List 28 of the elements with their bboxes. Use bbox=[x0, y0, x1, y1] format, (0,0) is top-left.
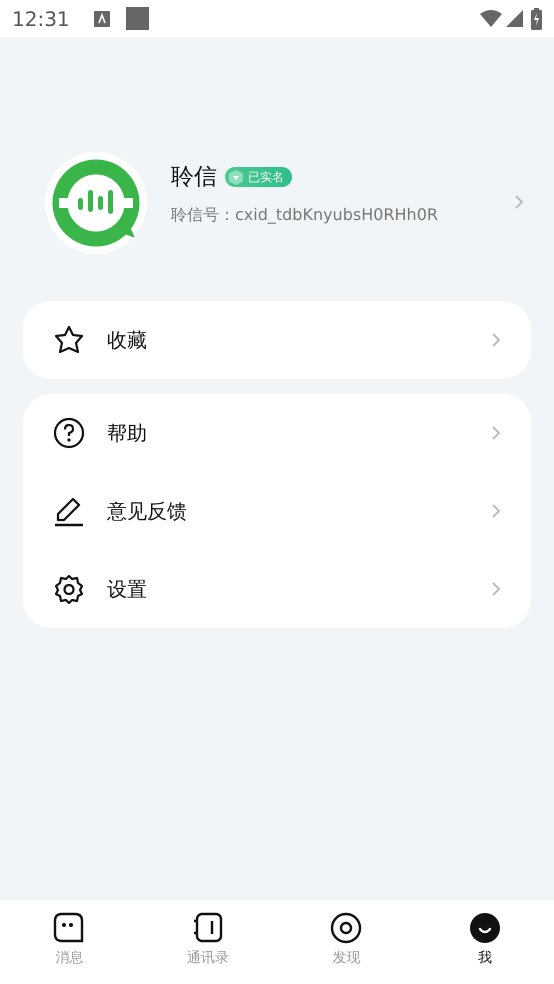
help-icon bbox=[53, 417, 85, 449]
battery-icon bbox=[531, 8, 542, 30]
account-id: 聆信号：cxid_tdbKnyubsH0RHh0R bbox=[171, 204, 439, 226]
keyboard-icon bbox=[94, 10, 110, 26]
profile-name: 聆信 bbox=[171, 163, 217, 192]
verified-badge: 已实名 bbox=[225, 167, 292, 188]
settings-icon bbox=[53, 573, 85, 605]
star-icon bbox=[53, 324, 85, 356]
discover-icon bbox=[330, 912, 362, 944]
chevron-right-icon[interactable] bbox=[514, 194, 524, 210]
profile-icon bbox=[468, 912, 501, 944]
menu-item[interactable]: 收藏 bbox=[53, 301, 501, 379]
wifi-icon bbox=[480, 10, 502, 27]
contacts-icon bbox=[192, 912, 224, 944]
notification-icon bbox=[126, 7, 149, 30]
shield-icon bbox=[228, 168, 244, 186]
chevron-right-icon bbox=[491, 581, 501, 597]
tab-item[interactable]: 我 bbox=[416, 900, 554, 984]
chevron-right-icon bbox=[491, 332, 501, 348]
signal-icon bbox=[506, 10, 523, 27]
pencil-icon bbox=[53, 495, 85, 527]
chevron-right-icon bbox=[491, 503, 501, 519]
menu-item[interactable]: 设置 bbox=[53, 550, 501, 628]
status-time: 12:31 bbox=[12, 6, 70, 32]
menu-item[interactable]: 帮助 bbox=[53, 394, 501, 472]
chat-icon bbox=[53, 912, 86, 944]
menu-item[interactable]: 意见反馈 bbox=[53, 472, 501, 550]
chevron-right-icon bbox=[491, 425, 501, 441]
